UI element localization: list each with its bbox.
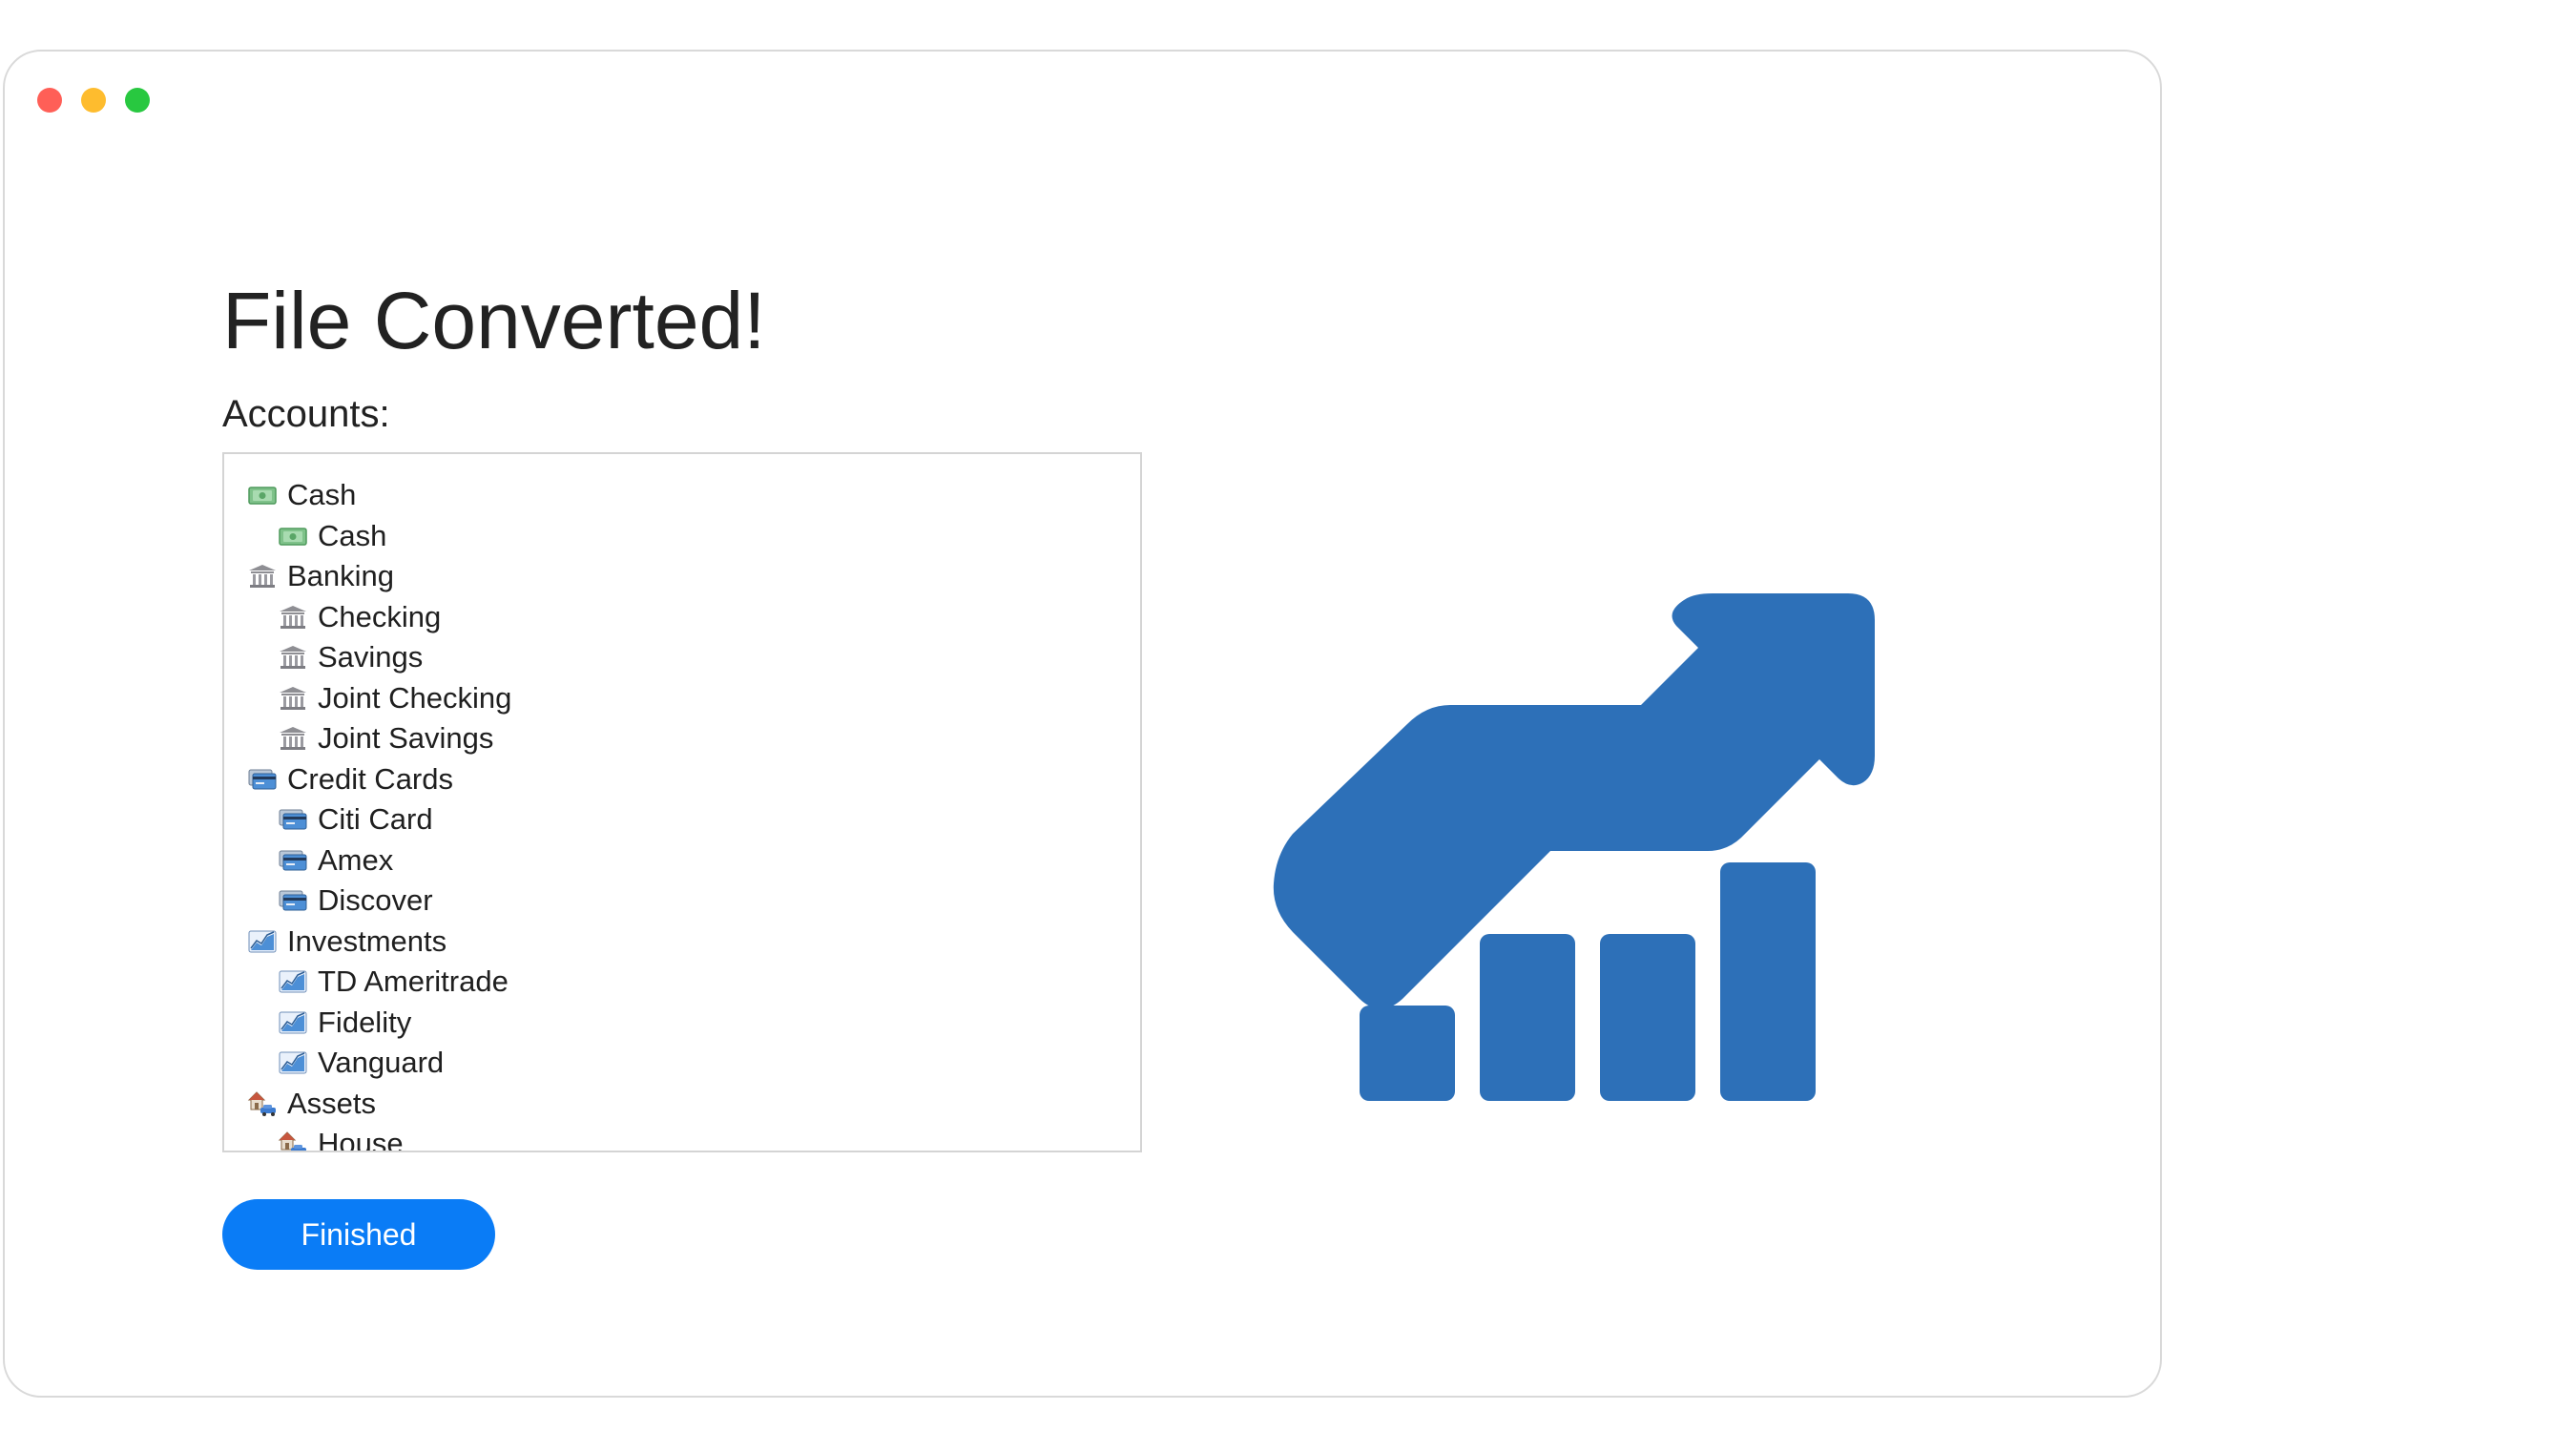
chart-icon [278, 1009, 308, 1036]
account-group[interactable]: Assets [224, 1084, 1140, 1125]
account-label: Amex [318, 842, 394, 877]
growth-chart-arrow-icon [1273, 593, 1875, 1101]
account-label: Joint Checking [318, 680, 512, 715]
house-car-icon [247, 1090, 278, 1117]
account-label: Joint Savings [318, 721, 494, 756]
account-label: Banking [287, 559, 395, 593]
account-item[interactable]: Fidelity [224, 1003, 1140, 1044]
accounts-tree[interactable]: Cash Cash Banking Checking Savings Joint Chec… [222, 452, 1142, 1152]
account-label: TD Ameritrade [318, 964, 509, 999]
zoom-window-button[interactable] [125, 88, 150, 113]
cash-icon [278, 523, 308, 550]
account-label: House [318, 1127, 404, 1152]
credit-card-icon [278, 847, 308, 874]
account-group[interactable]: Cash [224, 475, 1140, 516]
account-item[interactable]: Joint Savings [224, 718, 1140, 759]
credit-card-icon [278, 887, 308, 914]
chart-icon [247, 928, 278, 955]
account-item[interactable]: Amex [224, 840, 1140, 881]
page-title: File Converted! [222, 276, 766, 365]
accounts-list: Cash Cash Banking Checking Savings Joint Chec… [224, 454, 1140, 1152]
app-window: File Converted! Accounts: Cash Cash Bankin… [3, 50, 2162, 1398]
bar-4 [1720, 862, 1816, 1101]
account-item[interactable]: Cash [224, 516, 1140, 557]
credit-card-icon [247, 766, 278, 793]
finished-button[interactable]: Finished [222, 1199, 495, 1270]
account-group[interactable]: Credit Cards [224, 759, 1140, 800]
bank-icon [278, 644, 308, 671]
close-window-button[interactable] [37, 88, 62, 113]
bar-1 [1360, 1006, 1455, 1101]
account-group[interactable]: Banking [224, 556, 1140, 597]
bar-2 [1480, 934, 1575, 1101]
bar-3 [1600, 934, 1695, 1101]
account-label: Discover [318, 883, 433, 918]
account-label: Citi Card [318, 802, 433, 837]
account-item[interactable]: Savings [224, 637, 1140, 678]
bank-icon [278, 685, 308, 712]
house-car-icon [278, 1130, 308, 1151]
account-label: Vanguard [318, 1046, 445, 1080]
account-label: Investments [287, 923, 447, 958]
account-label: Savings [318, 640, 424, 674]
account-item[interactable]: Checking [224, 597, 1140, 638]
chart-icon [278, 1049, 308, 1076]
account-item[interactable]: House [224, 1124, 1140, 1152]
account-item[interactable]: TD Ameritrade [224, 962, 1140, 1003]
window-controls [37, 88, 150, 113]
account-label: Fidelity [318, 1005, 412, 1039]
bank-icon [278, 725, 308, 752]
account-item[interactable]: Discover [224, 881, 1140, 922]
bank-icon [247, 563, 278, 590]
account-label: Assets [287, 1086, 377, 1120]
account-label: Cash [287, 478, 357, 512]
minimize-window-button[interactable] [81, 88, 106, 113]
cash-icon [247, 482, 278, 508]
account-group[interactable]: Investments [224, 922, 1140, 963]
account-item[interactable]: Joint Checking [224, 678, 1140, 719]
account-item[interactable]: Citi Card [224, 799, 1140, 840]
account-item[interactable]: Vanguard [224, 1043, 1140, 1084]
accounts-label: Accounts: [222, 393, 390, 435]
credit-card-icon [278, 806, 308, 833]
account-label: Credit Cards [287, 761, 453, 796]
chart-icon [278, 968, 308, 995]
account-label: Checking [318, 599, 442, 633]
bank-icon [278, 604, 308, 631]
account-label: Cash [318, 518, 387, 552]
